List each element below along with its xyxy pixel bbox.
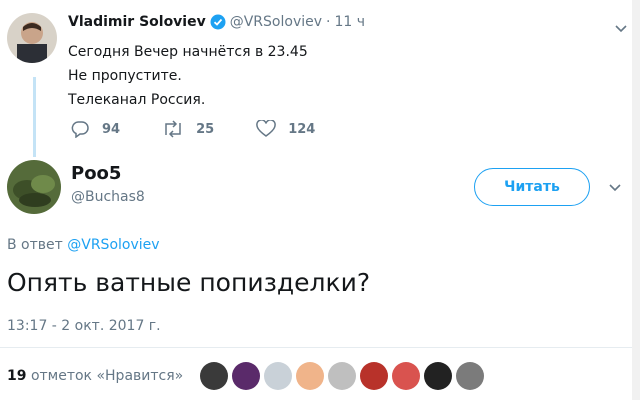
retweet-count: 25 xyxy=(196,121,215,137)
follow-button[interactable]: Читать xyxy=(474,168,590,206)
reply-icon xyxy=(71,121,89,138)
like-count: 124 xyxy=(288,121,316,137)
tweet-actions: 94 25 124 xyxy=(70,120,315,138)
tweet-line-3: Телеканал Россия. xyxy=(68,92,206,108)
liker-avatar[interactable] xyxy=(232,362,260,390)
likes-summary[interactable]: 19 отметок «Нравится» xyxy=(7,368,183,384)
liker-avatar[interactable] xyxy=(296,362,324,390)
reply-timestamp[interactable]: 13:17 - 2 окт. 2017 г. xyxy=(7,318,161,334)
liker-avatar[interactable] xyxy=(328,362,356,390)
heart-icon xyxy=(256,120,277,137)
reply-action[interactable]: 94 xyxy=(70,120,120,138)
reply-prefix: В ответ xyxy=(7,237,63,253)
tweet-line-1: Сегодня Вечер начнётся в 23.45 xyxy=(68,44,308,60)
reply-options-chevron-icon[interactable] xyxy=(607,179,623,199)
liker-avatar[interactable] xyxy=(264,362,292,390)
tweet-line-2: Не пропустите. xyxy=(68,68,182,84)
liker-avatar[interactable] xyxy=(456,362,484,390)
author-name[interactable]: Vladimir Soloviev xyxy=(68,14,206,30)
tweet-header: Vladimir Soloviev @VRSoloviev · 11 ч xyxy=(68,14,365,30)
reply-author-handle[interactable]: @Buchas8 xyxy=(71,189,145,205)
liker-avatar[interactable] xyxy=(360,362,388,390)
liker-avatar[interactable] xyxy=(200,362,228,390)
divider xyxy=(0,347,640,348)
dot-separator: · xyxy=(326,14,331,30)
liker-avatar[interactable] xyxy=(392,362,420,390)
scrollbar[interactable] xyxy=(632,0,640,400)
reply-author-name[interactable]: Poo5 xyxy=(71,163,121,184)
tweet-options-chevron-icon[interactable] xyxy=(613,20,629,40)
retweet-action[interactable]: 25 xyxy=(162,120,214,138)
tweet-age[interactable]: 11 ч xyxy=(334,14,365,30)
verified-badge-icon xyxy=(210,14,226,30)
thread-line xyxy=(33,77,36,157)
liker-avatar[interactable] xyxy=(424,362,452,390)
likes-summary-label: отметок «Нравится» xyxy=(30,368,184,384)
reply-tweet-text: Опять ватные попизделки? xyxy=(7,268,371,297)
likes-summary-count: 19 xyxy=(7,368,27,384)
reply-to-link[interactable]: @VRSoloviev xyxy=(67,237,159,253)
reply-count: 94 xyxy=(102,121,121,137)
author-handle[interactable]: @VRSoloviev xyxy=(230,14,322,30)
avatar-soloviev[interactable] xyxy=(7,13,57,63)
avatar-poo5[interactable] xyxy=(7,160,61,214)
reply-context: В ответ @VRSoloviev xyxy=(7,237,160,253)
retweet-icon xyxy=(165,120,181,138)
like-action[interactable]: 124 xyxy=(256,120,315,138)
tweet-text: Сегодня Вечер начнётся в 23.45 Не пропус… xyxy=(68,40,308,112)
